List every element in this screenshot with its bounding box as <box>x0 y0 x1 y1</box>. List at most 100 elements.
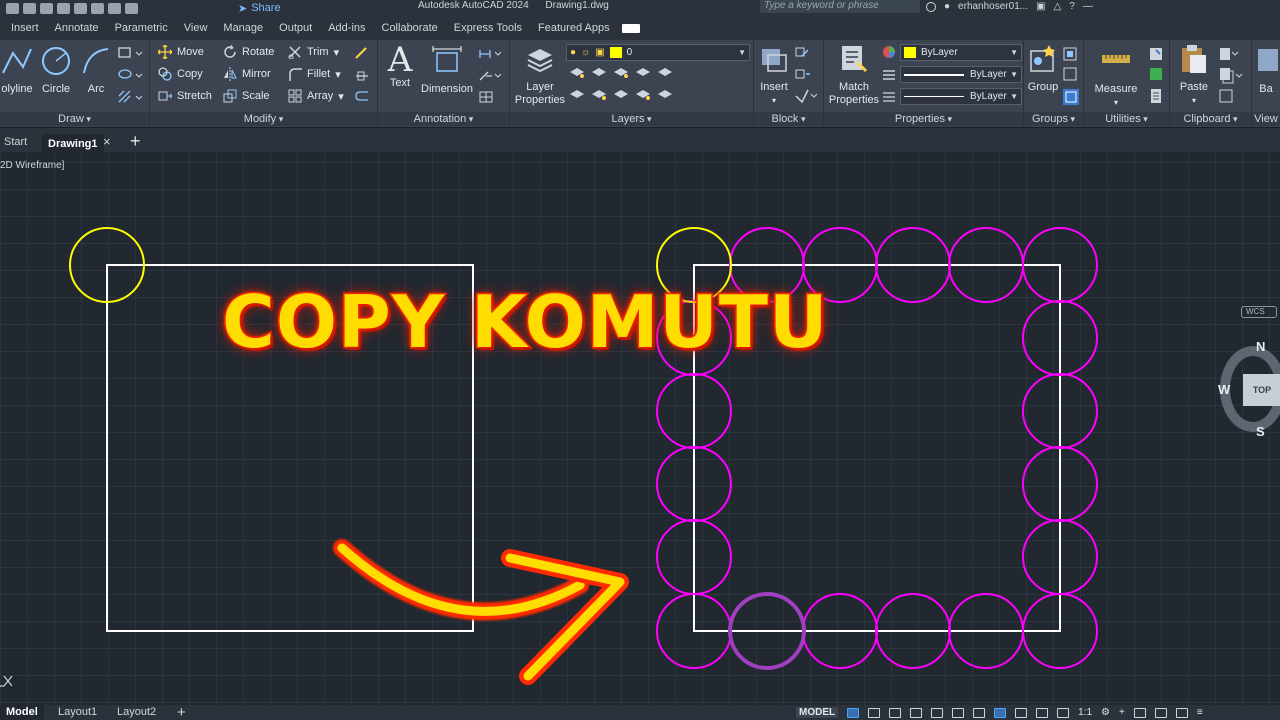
annotation-visibility-icon[interactable] <box>1057 707 1070 718</box>
close-icon[interactable]: × <box>103 132 111 152</box>
tab-layout1[interactable]: Layout1 <box>58 705 97 720</box>
isodraft-icon[interactable] <box>931 707 944 718</box>
tab-overflow-icon[interactable] <box>621 23 640 33</box>
layer-tools-icon[interactable] <box>568 66 672 106</box>
transparency-icon[interactable] <box>1015 707 1028 718</box>
copy-button[interactable]: Copy <box>158 67 203 81</box>
view-cube-top[interactable]: TOP <box>1243 374 1280 406</box>
graphics-performance-icon[interactable] <box>1154 707 1167 718</box>
compass-south[interactable]: S <box>1256 424 1265 439</box>
web-mobile-icon[interactable] <box>74 2 87 14</box>
user-name[interactable]: erhanhoser01... <box>958 1 1028 12</box>
tab-layout2[interactable]: Layout2 <box>117 705 156 720</box>
collab-icon[interactable]: △ <box>1054 1 1062 12</box>
utilities-panel-title[interactable]: Utilities <box>1084 112 1169 126</box>
tab-express-tools[interactable]: Express Tools <box>454 22 522 34</box>
groups-panel-title[interactable]: Groups <box>1024 112 1083 126</box>
fillet-button[interactable]: Fillet ▾ <box>288 67 341 81</box>
undo-icon[interactable] <box>108 2 121 14</box>
add-status-icon[interactable]: + <box>1119 707 1125 718</box>
arc-button[interactable]: Arc <box>80 45 112 96</box>
polyline-button[interactable]: olyline <box>0 45 34 96</box>
tab-output[interactable]: Output <box>279 22 312 34</box>
array-dropdown-icon[interactable]: ▾ <box>338 90 344 103</box>
tab-model[interactable]: Model <box>0 705 44 720</box>
mirror-button[interactable]: Mirror <box>223 67 271 81</box>
compass-west[interactable]: W <box>1218 382 1230 397</box>
layers-panel-title[interactable]: Layers <box>510 112 753 126</box>
block-small-tools-icon[interactable] <box>794 46 818 106</box>
grid-icon[interactable] <box>847 707 860 718</box>
tab-drawing1[interactable]: Drawing1 <box>42 132 104 152</box>
insert-block-button[interactable]: Insert ▾ <box>756 43 792 107</box>
help-icon[interactable]: ? <box>1069 1 1075 12</box>
scale-button[interactable]: Scale <box>223 89 270 103</box>
layer-properties-button[interactable]: Layer Properties <box>512 43 568 107</box>
move-button[interactable]: Move <box>158 45 204 59</box>
stretch-button[interactable]: Stretch <box>158 89 212 103</box>
lineweight-dropdown[interactable]: ByLayer ▼ <box>900 88 1022 105</box>
lineweight-icon[interactable] <box>994 707 1007 718</box>
block-panel-title[interactable]: Block <box>754 112 823 126</box>
trim-dropdown-icon[interactable]: ▾ <box>334 46 340 59</box>
settings-gear-icon[interactable]: ⚙ <box>1101 707 1110 718</box>
view-cube[interactable]: TOP N S W <box>1216 339 1280 440</box>
layer-dropdown[interactable]: ● ☼ ▣ 0 ▼ <box>566 44 750 61</box>
group-small-tools-icon[interactable] <box>1062 46 1080 106</box>
clipboard-panel-title[interactable]: Clipboard <box>1170 112 1251 126</box>
tab-collaborate[interactable]: Collaborate <box>382 22 438 34</box>
compass-north[interactable]: N <box>1256 339 1265 354</box>
save-as-icon[interactable] <box>57 2 70 14</box>
share-button[interactable]: ➤ Share <box>238 0 281 16</box>
drawing-canvas[interactable]: 2D Wireframe] COPY KOMUTU TOP N S W WCS <box>0 152 1280 705</box>
plot-icon[interactable] <box>91 2 104 14</box>
otrack-icon[interactable] <box>973 707 986 718</box>
tab-start[interactable]: Start <box>4 132 27 152</box>
store-icon[interactable]: ▣ <box>1036 1 1045 12</box>
tab-parametric[interactable]: Parametric <box>115 22 168 34</box>
polar-icon[interactable] <box>910 707 923 718</box>
measure-button[interactable]: Measure ▾ <box>1088 45 1144 109</box>
tab-featured-apps[interactable]: Featured Apps <box>538 22 610 34</box>
properties-panel-title[interactable]: Properties <box>824 112 1023 126</box>
tab-add-ins[interactable]: Add-ins <box>328 22 365 34</box>
modify-panel-title[interactable]: Modify <box>150 112 377 126</box>
circle-button[interactable]: Circle <box>38 45 74 96</box>
tab-insert[interactable]: Insert <box>11 22 39 34</box>
model-space-button[interactable]: MODEL <box>796 707 839 718</box>
clean-screen-icon[interactable] <box>1175 707 1188 718</box>
customize-menu-icon[interactable]: ≡ <box>1197 707 1203 718</box>
group-button[interactable]: Group <box>1026 43 1060 94</box>
dimension-button[interactable]: Dimension <box>420 45 474 96</box>
tab-manage[interactable]: Manage <box>223 22 263 34</box>
selection-cycling-icon[interactable] <box>1036 707 1049 718</box>
array-button[interactable]: Array ▾ <box>288 89 344 103</box>
ortho-icon[interactable] <box>889 707 902 718</box>
paste-dropdown-icon[interactable]: ▾ <box>1176 94 1212 107</box>
annotation-scale[interactable]: 1:1 <box>1078 707 1092 718</box>
clipboard-small-tools-icon[interactable] <box>1218 46 1246 106</box>
search-icon[interactable] <box>926 1 936 12</box>
save-icon[interactable] <box>40 2 53 14</box>
match-properties-button[interactable]: Match Properties <box>826 43 882 107</box>
rotate-button[interactable]: Rotate <box>223 45 274 59</box>
tab-annotate[interactable]: Annotate <box>55 22 99 34</box>
fillet-dropdown-icon[interactable]: ▾ <box>335 68 341 81</box>
text-button[interactable]: A Text <box>382 43 418 90</box>
user-icon[interactable]: ● <box>944 1 950 12</box>
open-file-icon[interactable] <box>23 2 36 14</box>
snap-icon[interactable] <box>868 707 881 718</box>
osnap-icon[interactable] <box>952 707 965 718</box>
paste-button[interactable]: Paste ▾ <box>1176 43 1212 107</box>
base-view-button[interactable]: Ba <box>1252 45 1280 96</box>
annotation-panel-title[interactable]: Annotation <box>378 112 509 126</box>
trim-button[interactable]: Trim ▾ <box>288 45 339 59</box>
isolate-objects-icon[interactable] <box>1133 707 1146 718</box>
measure-dropdown-icon[interactable]: ▾ <box>1088 96 1144 109</box>
wcs-menu[interactable]: WCS <box>1241 306 1277 318</box>
insert-dropdown-icon[interactable]: ▾ <box>756 94 792 107</box>
new-tab-icon[interactable]: + <box>130 130 141 152</box>
search-input[interactable]: Type a keyword or phrase <box>760 0 920 13</box>
linetype-dropdown[interactable]: ByLayer ▼ <box>900 66 1022 83</box>
modify-small-tools-icon[interactable] <box>354 46 370 106</box>
